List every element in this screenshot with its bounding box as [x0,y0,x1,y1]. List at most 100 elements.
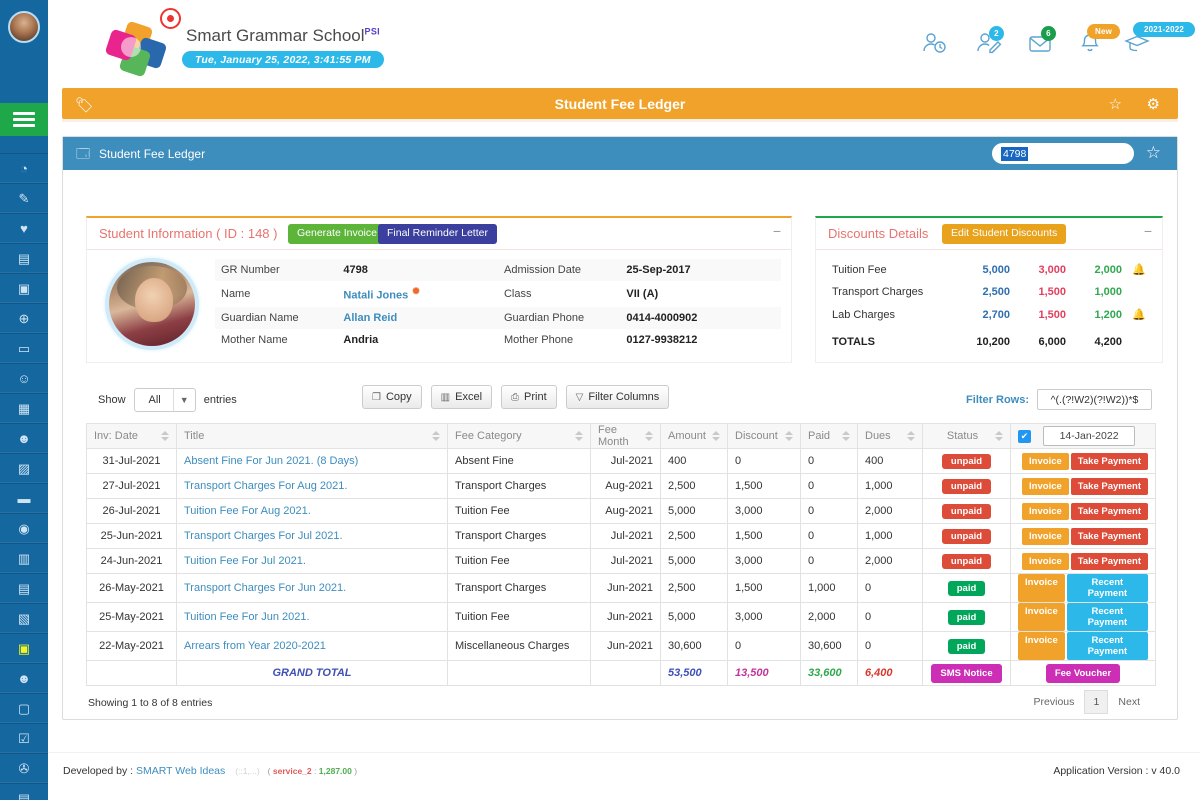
list-icon[interactable]: ▤ [0,573,48,603]
user-edit-icon[interactable]: 2 [976,32,1002,56]
sort-icon[interactable] [842,430,850,442]
inbox-icon[interactable]: ▢ [0,693,48,723]
invoice-title-link[interactable]: Absent Fine For Jun 2021. (8 Days) [184,455,358,467]
cell-title[interactable]: Transport Charges For Jul 2021. [177,524,448,549]
invoice-button[interactable]: Invoice [1022,453,1069,470]
invoice-title-link[interactable]: Transport Charges For Jun 2021. [184,582,346,594]
payment-button[interactable]: Recent Payment [1067,603,1148,631]
user-tie-icon[interactable]: ☻ [0,423,48,453]
payment-button[interactable]: Take Payment [1071,553,1148,570]
cell-title[interactable]: Tuition Fee For Jun 2021. [177,603,448,632]
sms-notice-button[interactable]: SMS Notice [931,664,1001,683]
invoice-button[interactable]: Invoice [1022,553,1069,570]
column-header-paid[interactable]: Paid [801,424,858,449]
alert-bell-icon[interactable] [1126,281,1152,303]
pagination-page-1[interactable]: 1 [1084,690,1108,714]
invoice-title-link[interactable]: Arrears from Year 2020-2021 [184,640,326,652]
column-header-title[interactable]: Title [177,424,448,449]
calendar-icon[interactable]: ▦ [0,393,48,423]
invoice-date-input[interactable]: 14-Jan-2022 [1043,426,1135,446]
copy-icon[interactable]: ❐ Copy [362,385,422,409]
payment-button[interactable]: Take Payment [1071,503,1148,520]
cell-title[interactable]: Transport Charges For Aug 2021. [177,474,448,499]
filter-rows-input[interactable]: ^(.(?!W2)(?!W2))*$ [1037,389,1152,410]
heartbeat-icon[interactable]: ♥ [0,213,48,243]
report-icon[interactable]: ▤ [0,783,48,800]
column-header-fee-month[interactable]: Fee Month [591,424,661,449]
user-icon[interactable]: ☺ [0,363,48,393]
generate-invoice-button[interactable]: Generate Invoice [288,224,386,244]
avatar[interactable] [8,11,40,43]
sort-icon[interactable] [995,430,1003,442]
fee-voucher-button[interactable]: Fee Voucher [1046,664,1120,683]
cell-title[interactable]: Arrears from Year 2020-2021 [177,632,448,661]
column-header-amount[interactable]: Amount [661,424,728,449]
column-header-inv-date[interactable]: Inv: Date [87,424,177,449]
books-icon[interactable]: ▧ [0,603,48,633]
picture-icon[interactable]: ▨ [0,453,48,483]
field-value-guardian-name[interactable]: Allan Reid [337,307,498,329]
invoice-title-link[interactable]: Tuition Fee For Jun 2021. [184,611,310,623]
menu-toggle-icon[interactable] [0,103,48,136]
sort-icon[interactable] [161,430,169,442]
sort-icon[interactable] [712,430,720,442]
contact-card-icon[interactable]: ▣ [0,273,48,303]
sort-icon[interactable] [575,430,583,442]
collapse-icon[interactable]: − [773,223,781,239]
pagination-previous[interactable]: Previous [1024,696,1085,708]
payment-button[interactable]: Recent Payment [1067,632,1148,660]
sort-icon[interactable] [785,430,793,442]
invoice-button[interactable]: Invoice [1022,528,1069,545]
bank-icon[interactable]: ▥ [0,543,48,573]
payment-button[interactable]: Take Payment [1071,478,1148,495]
envelope-icon[interactable]: 6 [1028,32,1054,56]
pagination-next[interactable]: Next [1108,696,1150,708]
search-input[interactable]: 4798 [992,143,1134,164]
users-icon[interactable]: ☻ [0,663,48,693]
briefcase-icon[interactable]: ▭ [0,333,48,363]
select-all-checkbox[interactable]: ✔ [1018,430,1031,443]
favorite-star-icon[interactable]: ☆ [1109,95,1122,113]
cell-title[interactable]: Tuition Fee For Jul 2021. [177,549,448,574]
speedometer-icon[interactable]: ◔ [0,153,48,183]
column-header-dues[interactable]: Dues [858,424,923,449]
cell-title[interactable]: Tuition Fee For Aug 2021. [177,499,448,524]
gear-icon[interactable]: ⚙ [1147,95,1160,113]
page-length-select[interactable]: All ▼ [134,388,196,412]
sort-icon[interactable] [907,430,915,442]
invoice-title-link[interactable]: Transport Charges For Aug 2021. [184,480,347,492]
globe-icon[interactable]: ⊕ [0,303,48,333]
invoice-button[interactable]: Invoice [1018,603,1065,631]
clipboard-check-icon[interactable]: ☑ [0,723,48,753]
developer-link[interactable]: SMART Web Ideas [136,765,225,777]
invoice-title-link[interactable]: Tuition Fee For Aug 2021. [184,505,311,517]
settings-star-icon[interactable]: ✺ [412,286,420,296]
invoice-button[interactable]: Invoice [1022,503,1069,520]
record-indicator-icon[interactable] [160,8,181,29]
final-reminder-letter-button[interactable]: Final Reminder Letter [378,224,497,244]
edit-student-discounts-button[interactable]: Edit Student Discounts [942,224,1066,244]
invoice-button[interactable]: Invoice [1018,632,1065,660]
sort-icon[interactable] [645,430,653,442]
money-bag-icon[interactable]: ◉ [0,513,48,543]
collapse-icon[interactable]: − [1144,223,1152,239]
payment-button[interactable]: Take Payment [1071,453,1148,470]
truck-icon[interactable]: ▬ [0,483,48,513]
column-header-status[interactable]: Status [923,424,1011,449]
invoice-title-link[interactable]: Transport Charges For Jul 2021. [184,530,343,542]
payment-button[interactable]: Take Payment [1071,528,1148,545]
panel-favorite-star-icon[interactable]: ☆ [1146,143,1161,163]
field-value-student-name[interactable]: Natali Jones✺ [337,281,498,307]
user-activity-icon[interactable] [922,32,948,56]
alert-bell-icon[interactable]: 🔔 [1126,303,1152,327]
print-icon[interactable]: ⎙ Print [501,385,557,409]
fee-chat-icon[interactable]: ▣ [0,633,48,663]
cell-title[interactable]: Absent Fine For Jun 2021. (8 Days) [177,449,448,474]
bell-icon[interactable]: New [1078,32,1104,56]
payment-button[interactable]: Recent Payment [1067,574,1148,602]
invoice-button[interactable]: Invoice [1022,478,1069,495]
excel-icon[interactable]: ▥ Excel [431,385,492,409]
invoice-title-link[interactable]: Tuition Fee For Jul 2021. [184,555,306,567]
user-edit-icon[interactable]: ✎ [0,183,48,213]
filter-icon[interactable]: ▽ Filter Columns [566,385,670,409]
